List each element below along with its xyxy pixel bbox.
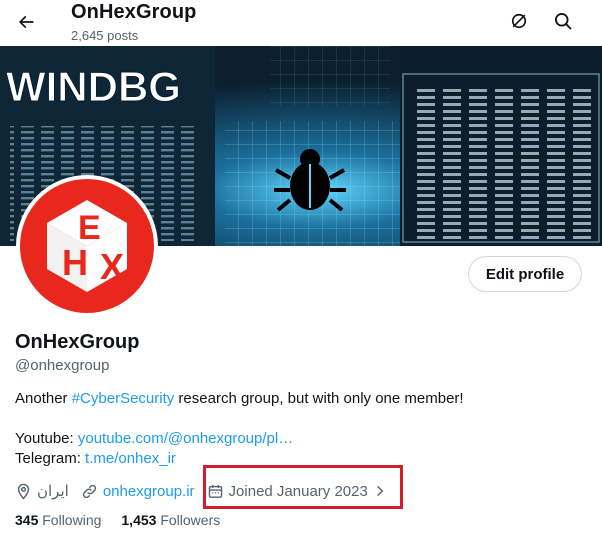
followers-link[interactable]: 1,453 Followers xyxy=(121,512,220,528)
grok-button[interactable] xyxy=(502,4,536,38)
back-button[interactable] xyxy=(8,4,44,40)
edit-profile-button[interactable]: Edit profile xyxy=(468,256,582,292)
search-button[interactable] xyxy=(546,4,580,38)
telegram-line: Telegram: t.me/onhex_ir xyxy=(15,450,176,467)
telegram-link[interactable]: t.me/onhex_ir xyxy=(85,450,176,467)
search-icon xyxy=(555,13,572,30)
header-title: OnHexGroup xyxy=(71,1,197,23)
following-link[interactable]: 345 Following xyxy=(15,512,101,528)
cybersecurity-hashtag-link[interactable]: #CyberSecurity xyxy=(72,390,175,407)
svg-text:X: X xyxy=(100,246,124,287)
post-count: 2,645 posts xyxy=(71,28,139,43)
joined-highlight-box xyxy=(203,465,403,509)
youtube-line: Youtube: youtube.com/@onhexgroup/pl… xyxy=(15,430,294,447)
avatar[interactable]: H E X xyxy=(16,175,158,317)
youtube-link[interactable]: youtube.com/@onhexgroup/pl… xyxy=(78,430,293,447)
website-link[interactable]: onhexgroup.ir xyxy=(103,483,195,500)
profile-bio: Another #CyberSecurity research group, b… xyxy=(15,390,464,407)
link-icon xyxy=(82,484,96,498)
grok-icon xyxy=(511,13,527,29)
location-pin-icon xyxy=(17,483,30,500)
arrow-left-icon xyxy=(18,15,34,29)
follow-stats: 345 Following 1,453 Followers xyxy=(15,512,220,528)
website-item: onhexgroup.ir xyxy=(81,483,195,500)
svg-text:E: E xyxy=(78,209,101,247)
location-item: ایران xyxy=(15,482,69,500)
banner-windbg-text: WINDBG xyxy=(6,63,181,110)
location-text: ایران xyxy=(37,483,69,500)
profile-header: OnHexGroup 2,645 posts xyxy=(0,0,602,46)
profile-handle: @onhexgroup xyxy=(15,357,110,374)
svg-text:H: H xyxy=(62,242,88,283)
profile-name: OnHexGroup xyxy=(15,331,140,353)
hex-logo-icon: H E X xyxy=(20,179,154,313)
